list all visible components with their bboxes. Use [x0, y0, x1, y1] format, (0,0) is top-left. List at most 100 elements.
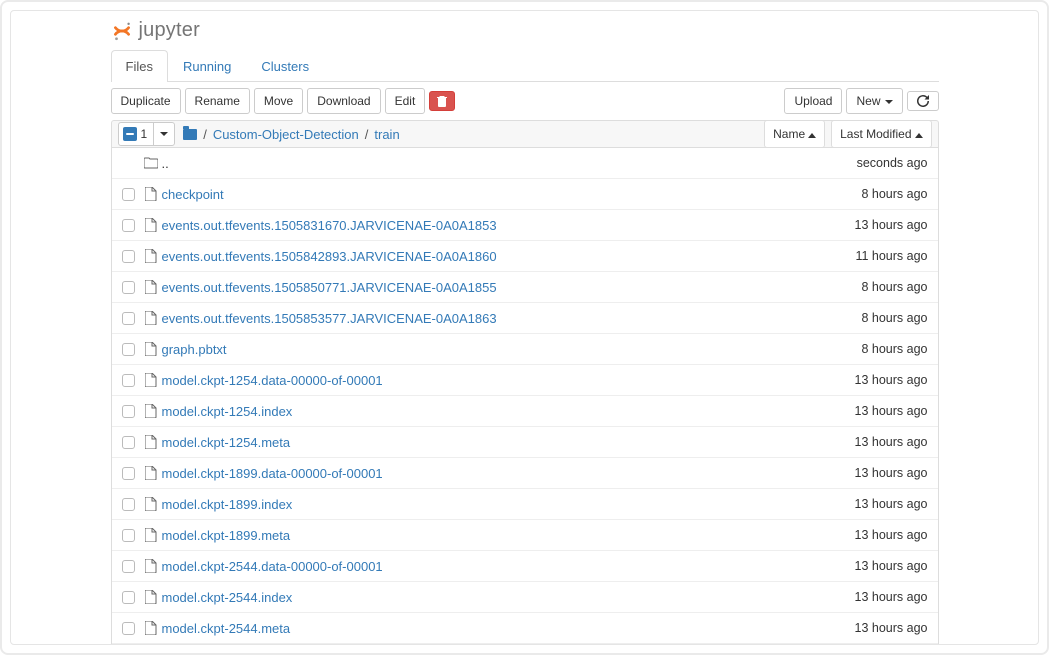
- modified-time: seconds ago: [857, 156, 932, 170]
- file-row: events.out.tfevents.1505850771.JARVICENA…: [112, 271, 938, 302]
- breadcrumb: / Custom-Object-Detection / train: [183, 127, 400, 142]
- modified-time: 13 hours ago: [855, 590, 932, 604]
- selected-count: 1: [141, 127, 154, 141]
- modified-time: 8 hours ago: [861, 280, 931, 294]
- arrow-up-icon: [915, 127, 923, 141]
- row-checkbox[interactable]: [122, 219, 135, 232]
- modified-time: 13 hours ago: [855, 218, 932, 232]
- row-checkbox[interactable]: [122, 436, 135, 449]
- duplicate-button[interactable]: Duplicate: [111, 88, 181, 114]
- file-icon: [145, 280, 157, 294]
- file-link[interactable]: events.out.tfevents.1505853577.JARVICENA…: [162, 311, 497, 326]
- file-row: model.ckpt-3187.data-00000-of-0000113 ho…: [112, 643, 938, 645]
- edit-button[interactable]: Edit: [385, 88, 426, 114]
- file-icon: [145, 311, 157, 325]
- download-button[interactable]: Download: [307, 88, 380, 114]
- modified-time: 8 hours ago: [861, 342, 931, 356]
- file-icon: [145, 528, 157, 542]
- file-link[interactable]: model.ckpt-2544.data-00000-of-00001: [162, 559, 383, 574]
- folder-icon[interactable]: [183, 129, 197, 140]
- file-link[interactable]: events.out.tfevents.1505831670.JARVICENA…: [162, 218, 497, 233]
- file-link[interactable]: model.ckpt-1254.index: [162, 404, 293, 419]
- new-button[interactable]: New: [846, 88, 902, 114]
- file-link[interactable]: checkpoint: [162, 187, 224, 202]
- file-link[interactable]: graph.pbtxt: [162, 342, 227, 357]
- file-link[interactable]: model.ckpt-1254.meta: [162, 435, 291, 450]
- list-header: 1 / Custom-Object-Detection / train Name: [111, 120, 939, 148]
- toolbar: Duplicate Rename Move Download Edit Uplo…: [111, 82, 939, 120]
- file-icon: [145, 621, 157, 635]
- select-all-control[interactable]: 1: [118, 122, 176, 146]
- upload-button[interactable]: Upload: [784, 88, 842, 114]
- row-checkbox[interactable]: [122, 467, 135, 480]
- row-checkbox[interactable]: [122, 281, 135, 294]
- row-checkbox[interactable]: [122, 374, 135, 387]
- file-icon: [145, 497, 157, 511]
- file-icon: [145, 249, 157, 263]
- file-link[interactable]: model.ckpt-1899.meta: [162, 528, 291, 543]
- file-link[interactable]: model.ckpt-2544.index: [162, 590, 293, 605]
- row-checkbox[interactable]: [122, 250, 135, 263]
- modified-time: 13 hours ago: [855, 621, 932, 635]
- logo[interactable]: jupyter: [111, 17, 939, 50]
- file-row: model.ckpt-1899.data-00000-of-0000113 ho…: [112, 457, 938, 488]
- sort-modified-button[interactable]: Last Modified: [831, 120, 931, 148]
- file-row: model.ckpt-1254.meta 13 hours ago: [112, 426, 938, 457]
- jupyter-icon: [111, 20, 133, 42]
- modified-time: 13 hours ago: [855, 373, 932, 387]
- file-link[interactable]: model.ckpt-1254.data-00000-of-00001: [162, 373, 383, 388]
- file-icon: [145, 218, 157, 232]
- file-link[interactable]: model.ckpt-2544.meta: [162, 621, 291, 636]
- folder-icon: [144, 157, 158, 169]
- breadcrumb-item[interactable]: Custom-Object-Detection: [213, 127, 359, 142]
- file-row: model.ckpt-1254.index13 hours ago: [112, 395, 938, 426]
- file-icon: [145, 559, 157, 573]
- file-row: graph.pbtxt 8 hours ago: [112, 333, 938, 364]
- row-checkbox[interactable]: [122, 591, 135, 604]
- trash-icon: [437, 95, 447, 107]
- file-row: model.ckpt-2544.meta 13 hours ago: [112, 612, 938, 643]
- breadcrumb-item[interactable]: train: [374, 127, 399, 142]
- rename-button[interactable]: Rename: [185, 88, 250, 114]
- modified-time: 13 hours ago: [855, 435, 932, 449]
- file-row: model.ckpt-2544.index 13 hours ago: [112, 581, 938, 612]
- sort-name-button[interactable]: Name: [764, 120, 825, 148]
- row-checkbox[interactable]: [122, 188, 135, 201]
- file-row: model.ckpt-1254.data-00000-of-00001 13 ho…: [112, 364, 938, 395]
- modified-time: 13 hours ago: [855, 497, 932, 511]
- row-checkbox[interactable]: [122, 560, 135, 573]
- row-checkbox[interactable]: [122, 529, 135, 542]
- row-checkbox[interactable]: [122, 498, 135, 511]
- tabs: FilesRunningClusters: [111, 50, 939, 82]
- tab-clusters[interactable]: Clusters: [246, 50, 324, 82]
- row-checkbox[interactable]: [122, 312, 135, 325]
- refresh-icon: [917, 95, 929, 107]
- file-icon: [145, 590, 157, 604]
- select-menu-caret[interactable]: [153, 123, 174, 145]
- parent-dir-label: ..: [162, 156, 169, 171]
- modified-time: 8 hours ago: [861, 187, 931, 201]
- row-checkbox[interactable]: [122, 405, 135, 418]
- tab-running[interactable]: Running: [168, 50, 246, 82]
- file-icon: [145, 404, 157, 418]
- file-row: events.out.tfevents.1505853577.JARVICENA…: [112, 302, 938, 333]
- file-icon: [145, 373, 157, 387]
- file-row: events.out.tfevents.1505842893.JARVICENA…: [112, 240, 938, 271]
- delete-button[interactable]: [429, 91, 455, 111]
- file-link[interactable]: events.out.tfevents.1505842893.JARVICENA…: [162, 249, 497, 264]
- file-icon: [145, 187, 157, 201]
- file-row: model.ckpt-2544.data-00000-of-0000113 ho…: [112, 550, 938, 581]
- move-button[interactable]: Move: [254, 88, 303, 114]
- refresh-button[interactable]: [907, 91, 939, 111]
- row-checkbox[interactable]: [122, 343, 135, 356]
- file-link[interactable]: model.ckpt-1899.data-00000-of-00001: [162, 466, 383, 481]
- file-link[interactable]: model.ckpt-1899.index: [162, 497, 293, 512]
- modified-time: 8 hours ago: [861, 311, 931, 325]
- file-icon: [145, 435, 157, 449]
- tab-files[interactable]: Files: [111, 50, 168, 82]
- parent-dir-row[interactable]: .. seconds ago: [112, 148, 938, 178]
- file-link[interactable]: events.out.tfevents.1505850771.JARVICENA…: [162, 280, 497, 295]
- indeterminate-icon: [123, 127, 137, 141]
- row-checkbox[interactable]: [122, 622, 135, 635]
- file-icon: [145, 466, 157, 480]
